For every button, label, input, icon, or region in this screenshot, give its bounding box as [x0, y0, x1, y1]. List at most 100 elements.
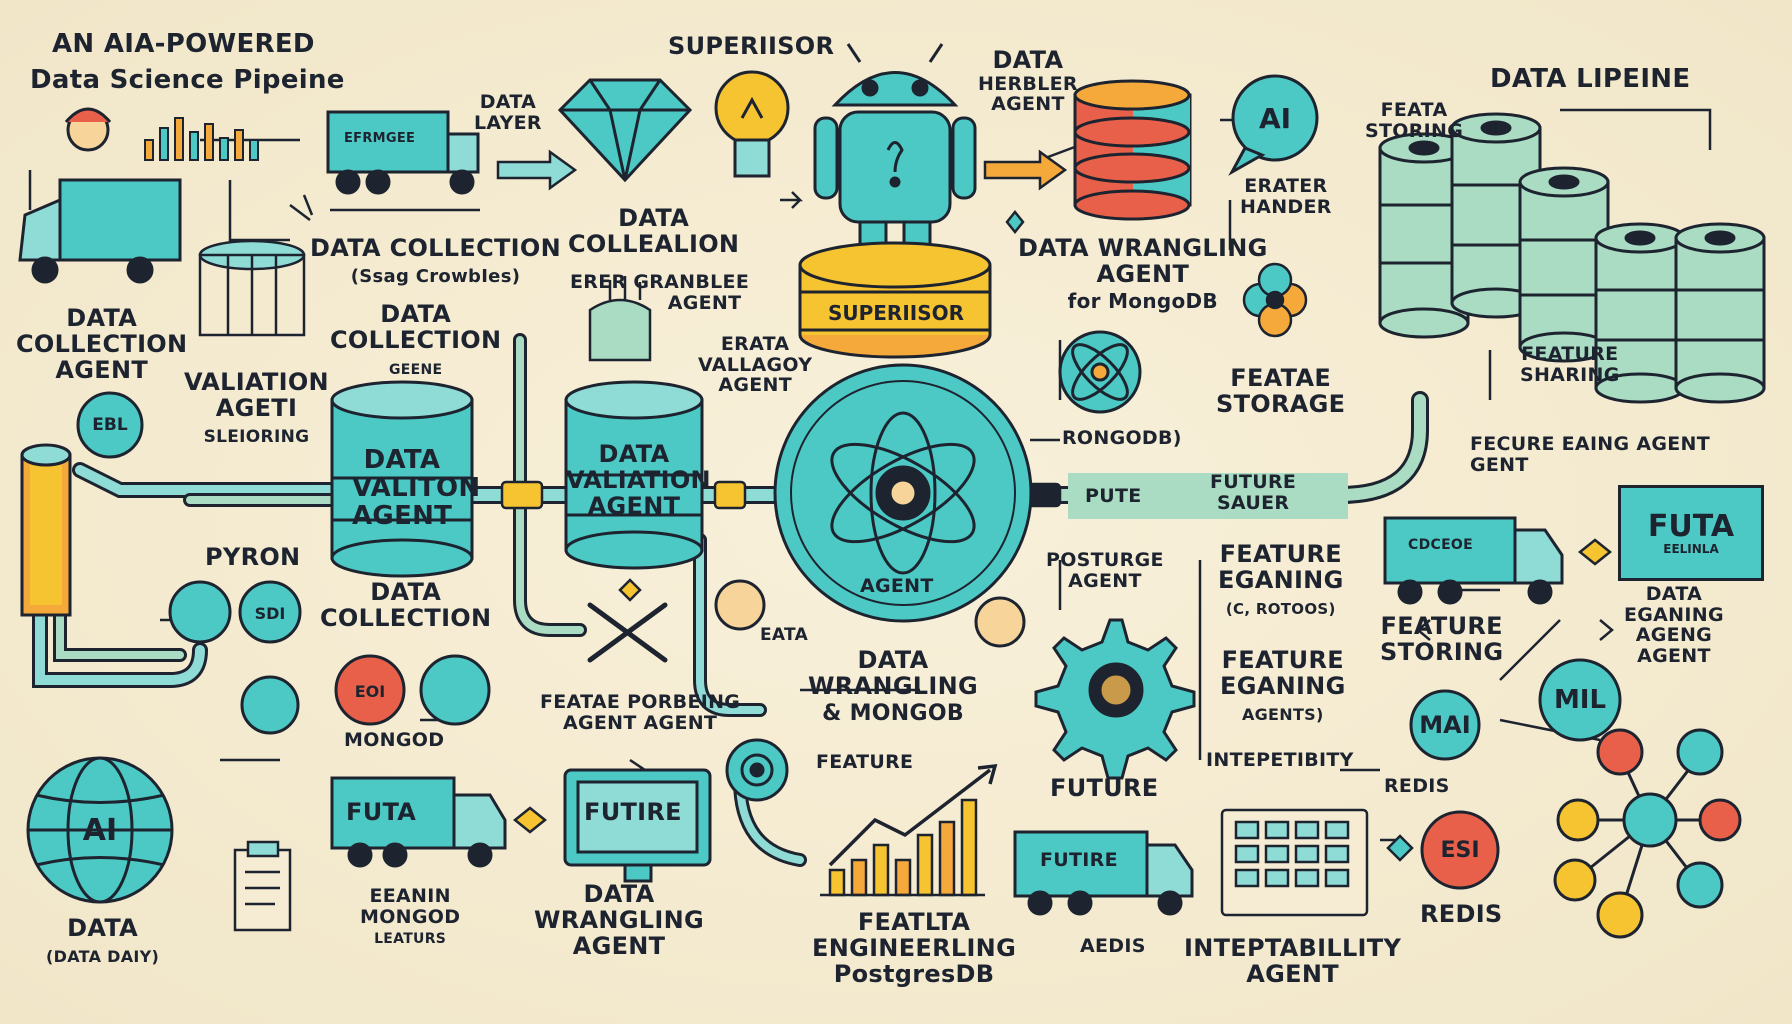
barrel-one-line2: VALITON: [352, 473, 481, 504]
dwm-line3: & MONGOB: [822, 700, 964, 726]
dwm-line2: WRANGLING: [808, 671, 979, 700]
interpretability-agent-label: INTEPTABILLITY AGENT: [1184, 934, 1402, 988]
erater-hander-label: ERATER HANDER: [1240, 176, 1332, 217]
mal-badge-text: MAI: [1419, 711, 1471, 739]
data-bottom-label: DATA (DATA DAIY): [46, 914, 160, 968]
data-bottom-line1: DATA: [67, 914, 139, 942]
fe-pg-line1: FEATLTA: [857, 908, 971, 936]
data-collection-low-label: DATA COLLECTION: [320, 579, 492, 632]
feature-mid-label: FEATURE: [816, 751, 914, 773]
erata-validagoy-label: ERATA VALLAGOY AGENT: [698, 334, 812, 396]
redis-label-1: REDIS: [1384, 775, 1450, 797]
arrow-right-icon: [496, 149, 578, 191]
feature-storing-line2: STORING: [1380, 637, 1504, 666]
futa-box-sub: EELINLA: [1663, 541, 1719, 556]
delivery-truck-icon: [18, 178, 182, 284]
erata-line2: VALLAGOY: [698, 353, 813, 376]
data-colleation-line2: COLLEALION: [568, 229, 740, 258]
barrel-one-line1: DATA: [363, 445, 441, 475]
valiation-agent-label: VALIATION AGETI SLEIORING: [184, 368, 329, 448]
interp-line1: INTEPTABILLITY: [1184, 934, 1402, 962]
fe2-line3: AGENTS): [1241, 704, 1324, 724]
featae-line2: STORAGE: [1216, 389, 1346, 418]
fe-right-line3: (C, ROTOOS): [1225, 599, 1336, 618]
aedis-label: AEDIS: [1080, 935, 1146, 957]
barrel-two-line1: DATA: [598, 440, 670, 468]
data-herbler-line2: HERBLER: [978, 72, 1078, 95]
robot-icon: [813, 43, 977, 264]
dea-line1: DATA: [1645, 583, 1703, 605]
clipboard-icon: [233, 840, 292, 932]
superior-top-label: SUPERIISOR: [668, 32, 835, 60]
ai-globe-text: AI: [82, 812, 118, 848]
dc-scrawbles-line2: (Ssag CrowbIes): [350, 265, 521, 287]
vali-line2: AGETI: [215, 393, 298, 422]
feature-porbeing-label: FEATAE PORBEING AGENT AGENT: [540, 692, 740, 733]
barrel-two-line2: VALIATION: [566, 465, 711, 494]
pyron-label: PYRON: [205, 543, 301, 571]
data-herbler-label: DATA HERBLER AGENT: [978, 47, 1078, 116]
feature-sharing-line2: SHARING: [1520, 363, 1620, 386]
vali-line1: VALIATION: [184, 368, 329, 396]
redis-label-2: REDIS: [1420, 900, 1503, 928]
data-colleation-line1: DATA: [618, 204, 690, 232]
feature-eganing-label: FEATURE EGANING (C, ROTOOS): [1218, 540, 1344, 620]
eeanin-line2: MONGOD: [360, 905, 461, 928]
target-icon: [725, 738, 789, 802]
ebl-badge-text: EBL: [92, 415, 128, 435]
dwa-line3: AGENT: [572, 931, 666, 960]
erater-line1: ERATER: [1244, 175, 1328, 197]
dea-line2: EGANING: [1624, 603, 1724, 626]
growth-chart-icon: [820, 763, 998, 897]
diamond-icon: [557, 78, 693, 183]
diamond-small-icon: [512, 806, 548, 834]
eeanin-line3: LEATURS: [374, 931, 447, 948]
eeanin-line1: EEANIN: [369, 885, 451, 907]
barrel-one-label: DATA VALITON AGENT: [352, 445, 480, 532]
feature-engineering-pg-label: FEATLTA ENGINEERLING PostgresDB: [812, 908, 1016, 988]
fe2-line2: EGANING: [1220, 671, 1346, 700]
fe-right-line1: FEATURE: [1219, 540, 1342, 568]
fecure-line1: FECURE EAING AGENT: [1470, 433, 1710, 455]
truck-top-icon: [326, 110, 480, 195]
data-layer-line2: LAYER: [474, 111, 542, 134]
feata-storing-label: FEATA STORING: [1365, 100, 1463, 141]
eoi-badge-text: EOI: [354, 681, 386, 701]
erer-line1: ERER GRANBLEE: [570, 271, 750, 293]
erer-line2: AGENT: [667, 291, 742, 314]
dwa-line1: DATA: [583, 880, 655, 908]
superior-pedestal-banner: SUPERIISOR: [827, 301, 965, 325]
crossed-tools-icon: [587, 602, 668, 663]
data-collection-scrawbles-label: DATA COLLECTION (Ssag CrowbIes): [310, 234, 561, 288]
data-colleation-label: DATA COLLEALION: [568, 204, 740, 258]
barrel-two-line3: AGENT: [587, 491, 681, 520]
data-herbler-line3: AGENT: [991, 93, 1065, 116]
esi-badge-text: ESI: [1440, 837, 1480, 863]
data-wrangling-mongob-label: DATA WRANGLING & MONGOB: [808, 647, 979, 726]
dc-scrawbles-line1: DATA COLLECTION: [310, 234, 561, 262]
data-wrangling-mongodb-label: DATA WRANGLING AGENT for MongoDB: [1018, 235, 1268, 314]
data-eganing-agent-label: DATA EGANING AGENG AGENT: [1624, 584, 1724, 666]
truck-top-text: EFRMGEE: [344, 131, 416, 146]
future-sauer-line2: SAUER: [1216, 491, 1290, 514]
pute-label: PUTE: [1085, 485, 1142, 507]
data-bottom-line2: (DATA DAIY): [46, 946, 160, 966]
feata-storing-line2: STORING: [1365, 119, 1464, 142]
atom-icon: [1058, 330, 1142, 414]
feata-storing-line1: FEATA: [1380, 99, 1448, 121]
future-truck-icon: [1013, 830, 1194, 916]
fe2-line1: FEATURE: [1221, 646, 1344, 674]
futa-box: FUTA EELINLA: [1618, 485, 1764, 581]
title-line-2: Data Science Pipeine: [30, 65, 345, 95]
feature-sharing-line1: FEATURE: [1521, 343, 1619, 365]
fe-pg-line3: PostgresDB: [833, 959, 995, 988]
barrel-one-line3: AGENT: [352, 501, 453, 532]
dc-mid-line3: GEENE: [389, 361, 443, 378]
dc-low-line2: COLLECTION: [320, 603, 492, 632]
data-collection-agent-label: DATA COLLECTION AGENT: [16, 305, 188, 384]
data-layer-line1: DATA: [479, 91, 537, 113]
futa-truck-label: FUTA: [346, 798, 417, 826]
agent-wheel-label: AGENT: [860, 575, 934, 597]
database-stack-icon: [1073, 79, 1192, 221]
dca-line2: COLLECTION: [16, 329, 188, 358]
